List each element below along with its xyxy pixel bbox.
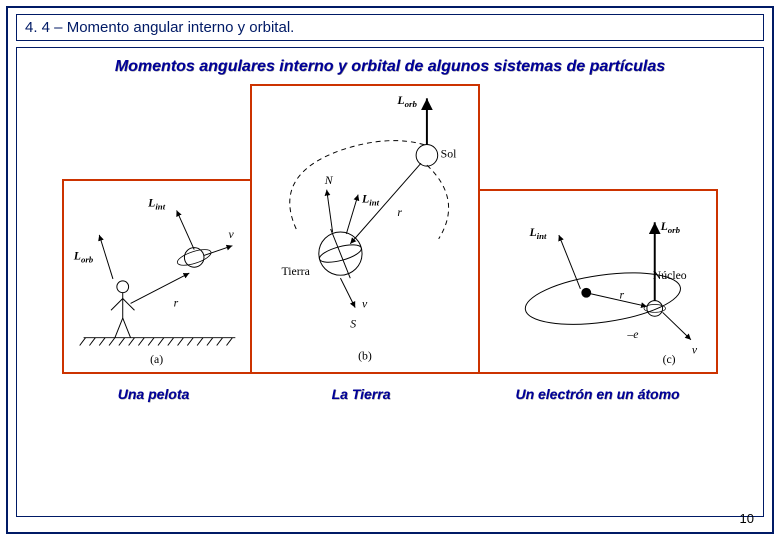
figure-a-svg: r v Lint Lorb: [64, 181, 250, 372]
label-Lint-sub-b: int: [369, 197, 379, 207]
label-Lint-c: L: [529, 226, 537, 239]
label-Lint-sub-a: int: [155, 201, 165, 211]
svg-text:Lorb: Lorb: [396, 93, 417, 109]
label-r-b: r: [397, 205, 402, 219]
section-title-box: 4. 4 – Momento angular interno y orbital…: [16, 14, 764, 41]
content-frame: Momentos angulares interno y orbital de …: [16, 47, 764, 517]
label-N: N: [324, 173, 334, 187]
label-Lint-a: L: [147, 197, 155, 210]
label-v-c: v: [692, 343, 698, 356]
caption-a: Una pelota: [57, 386, 250, 402]
caption-b: La Tierra: [250, 386, 472, 402]
subcaption-b: (b): [358, 349, 372, 363]
figure-a: r v Lint Lorb: [62, 179, 252, 374]
label-r-c: r: [620, 289, 625, 302]
label-Lint-b: L: [361, 191, 369, 205]
svg-text:Lint: Lint: [529, 226, 548, 241]
label-v-a: v: [228, 228, 234, 241]
label-Lorb-c: L: [660, 220, 668, 233]
figure-c-svg: Núcleo r –e Lint: [480, 191, 716, 372]
label-tierra: Tierra: [281, 264, 310, 278]
svg-text:Lint: Lint: [361, 191, 380, 207]
subcaption-a: (a): [150, 353, 163, 366]
label-S: S: [350, 316, 356, 330]
label-Lint-sub-c: int: [537, 231, 547, 241]
label-v-b: v: [362, 297, 368, 311]
svg-text:Lorb: Lorb: [660, 220, 681, 235]
label-nucleo: Núcleo: [653, 269, 687, 282]
label-Lorb-b: L: [396, 93, 404, 107]
label-Lorb-a: L: [73, 249, 81, 262]
section-title: 4. 4 – Momento angular interno y orbital…: [25, 19, 294, 36]
label-r-a: r: [174, 296, 179, 309]
page-number: 10: [740, 511, 754, 526]
figures-row: r v Lint Lorb: [27, 84, 753, 374]
svg-text:Lorb: Lorb: [73, 249, 94, 264]
content-subtitle: Momentos angulares interno y orbital de …: [27, 58, 753, 76]
label-Lorb-sub-c: orb: [668, 225, 681, 235]
slide-outer-frame: 4. 4 – Momento angular interno y orbital…: [6, 6, 774, 534]
label-Lorb-sub-b: orb: [405, 99, 418, 109]
svg-text:Lint: Lint: [147, 197, 166, 212]
caption-c: Un electrón en un átomo: [472, 386, 723, 402]
figure-c: Núcleo r –e Lint: [478, 189, 718, 374]
label-sol: Sol: [441, 146, 457, 160]
figure-b: Sol Lorb r Tierra: [250, 84, 480, 374]
figure-b-svg: Sol Lorb r Tierra: [252, 86, 478, 372]
label-e: –e: [626, 328, 638, 341]
captions-row: Una pelota La Tierra Un electrón en un á…: [27, 386, 753, 402]
label-Lorb-sub-a: orb: [81, 254, 94, 264]
subcaption-c: (c): [663, 353, 676, 366]
